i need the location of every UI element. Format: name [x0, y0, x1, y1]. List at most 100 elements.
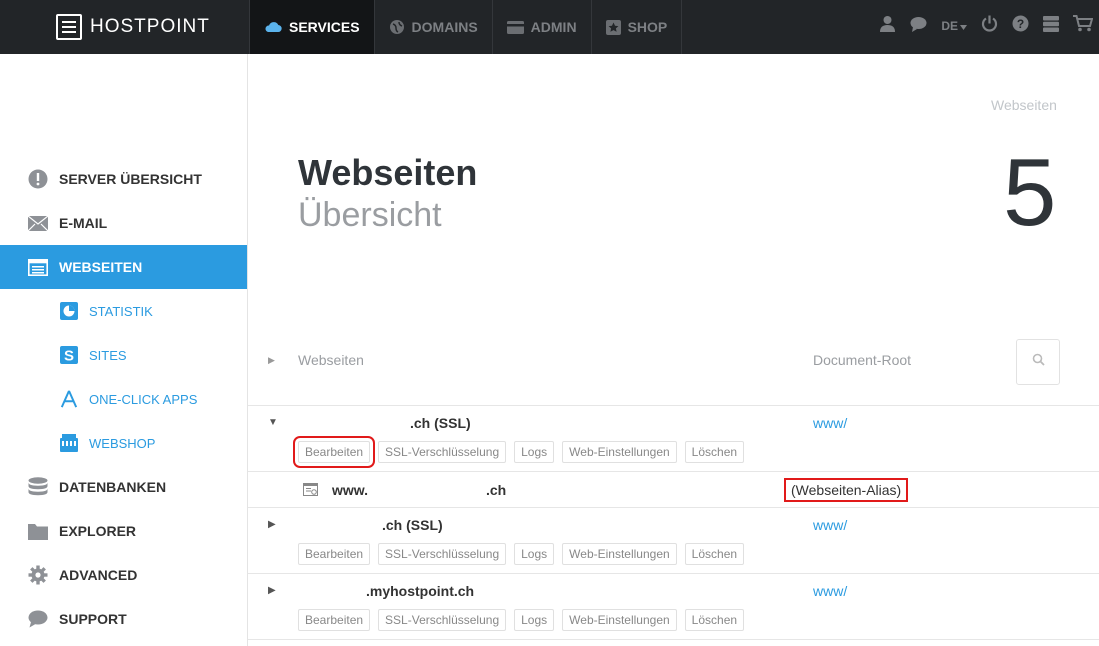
breadcrumb[interactable]: Webseiten	[991, 97, 1057, 113]
sidebar-item-label: WEBSEITEN	[59, 259, 143, 275]
page-subtitle: Übersicht	[298, 196, 442, 234]
ssl-button[interactable]: SSL-Verschlüsselung	[378, 441, 507, 463]
svg-text:S: S	[64, 348, 74, 365]
alias-domain-suffix: .ch	[486, 482, 507, 498]
column-header-document-root[interactable]: Document-Root	[813, 352, 911, 368]
main-nav: SERVICES DOMAINS ADMIN SHOP	[249, 0, 683, 54]
website-domain[interactable]: .ch (SSL)	[410, 415, 471, 431]
sidebar-item-label: E-MAIL	[59, 215, 108, 231]
document-root-link[interactable]: www/	[813, 517, 847, 533]
row-collapse-toggle[interactable]: ▼	[268, 417, 278, 428]
chat-icon[interactable]	[910, 16, 927, 37]
nav-domains[interactable]: DOMAINS	[373, 0, 492, 54]
nav-admin[interactable]: ADMIN	[491, 0, 591, 54]
sidebar-item-label: EXPLORER	[59, 523, 137, 539]
logs-button[interactable]: Logs	[514, 441, 555, 463]
sidebar-item-server-uebersicht[interactable]: SERVER ÜBERSICHT	[0, 157, 247, 201]
page-title: Webseiten	[298, 152, 478, 193]
edit-button[interactable]: Bearbeiten	[298, 609, 371, 631]
website-domain[interactable]: .myhostpoint.ch	[366, 583, 474, 599]
edit-button[interactable]: Bearbeiten	[298, 543, 371, 565]
website-count: 5	[1003, 139, 1057, 246]
cloud-icon	[264, 21, 282, 33]
sidebar-subitem-statistik[interactable]: STATISTIK	[0, 289, 247, 333]
globe-icon	[389, 19, 405, 35]
web-settings-button[interactable]: Web-Einstellungen	[562, 441, 677, 463]
sidebar: SERVER ÜBERSICHT E-MAIL WEBSEITEN STATIS…	[0, 54, 248, 646]
document-root-link[interactable]: www/	[813, 415, 847, 431]
delete-button[interactable]: Löschen	[684, 441, 745, 463]
folder-icon	[28, 521, 48, 541]
divider	[248, 573, 1099, 574]
sidebar-item-explorer[interactable]: EXPLORER	[0, 509, 247, 553]
sidebar-item-label: SUPPORT	[59, 611, 127, 627]
sidebar-item-label: SERVER ÜBERSICHT	[59, 171, 202, 187]
web-settings-button[interactable]: Web-Einstellungen	[562, 543, 677, 565]
alias-domain-prefix: www.	[332, 482, 369, 498]
divider	[248, 471, 1099, 472]
ssl-button[interactable]: SSL-Verschlüsselung	[378, 609, 507, 631]
server-icon[interactable]	[1043, 15, 1059, 37]
delete-button[interactable]: Löschen	[684, 543, 745, 565]
info-icon	[28, 169, 48, 189]
cart-icon[interactable]	[1073, 15, 1094, 37]
sidebar-item-datenbanken[interactable]: DATENBANKEN	[0, 465, 247, 509]
hostpoint-logo[interactable]: HOSTPOINT	[56, 14, 210, 40]
sidebar-item-webseiten[interactable]: WEBSEITEN	[0, 245, 247, 289]
nav-services[interactable]: SERVICES	[249, 0, 374, 54]
logo-text: HOSTPOINT	[90, 16, 210, 37]
sites-s-icon: S	[60, 346, 78, 364]
top-right-icons: DE ?	[879, 15, 1094, 37]
logs-button[interactable]: Logs	[514, 543, 555, 565]
column-header-webseiten[interactable]: Webseiten	[298, 352, 364, 368]
sidebar-item-support[interactable]: SUPPORT	[0, 597, 247, 641]
nav-domains-label: DOMAINS	[411, 19, 478, 35]
logs-button[interactable]: Logs	[514, 609, 555, 631]
alias-badge: (Webseiten-Alias)	[784, 478, 909, 502]
row-actions: Bearbeiten SSL-Verschlüsselung Logs Web-…	[292, 436, 745, 468]
shop-icon	[60, 434, 78, 452]
sidebar-item-email[interactable]: E-MAIL	[0, 201, 247, 245]
language-dropdown[interactable]: DE	[941, 17, 967, 35]
caret-down-icon	[960, 17, 967, 35]
sidebar-item-label: DATENBANKEN	[59, 479, 167, 495]
sidebar-subitem-sites[interactable]: S SITES	[0, 333, 247, 377]
svg-text:?: ?	[1017, 17, 1024, 31]
gear-icon	[28, 565, 48, 585]
browser-icon	[28, 257, 48, 277]
app-store-icon	[60, 390, 78, 408]
website-domain[interactable]: .ch (SSL)	[382, 517, 443, 533]
logo-icon	[56, 14, 82, 40]
user-icon[interactable]	[879, 15, 896, 37]
sidebar-subitem-label: STATISTIK	[89, 303, 153, 319]
divider	[248, 405, 1099, 406]
ssl-button[interactable]: SSL-Verschlüsselung	[378, 543, 507, 565]
nav-services-label: SERVICES	[289, 19, 360, 35]
language-label: DE	[941, 19, 958, 33]
divider	[248, 507, 1099, 508]
speech-bubble-icon	[28, 609, 48, 629]
sidebar-subitem-webshop[interactable]: WEBSHOP	[0, 421, 247, 465]
power-icon[interactable]	[981, 15, 998, 37]
delete-button[interactable]: Löschen	[684, 609, 745, 631]
sidebar-subitem-one-click-apps[interactable]: ONE-CLICK APPS	[0, 377, 247, 421]
edit-button[interactable]: Bearbeiten	[292, 436, 376, 468]
expand-all-toggle[interactable]: ▶	[268, 355, 275, 366]
sidebar-subitem-label: ONE-CLICK APPS	[89, 391, 198, 407]
nav-shop[interactable]: SHOP	[590, 0, 683, 54]
document-root-link[interactable]: www/	[813, 583, 847, 599]
divider	[248, 639, 1099, 640]
row-actions: Bearbeiten SSL-Verschlüsselung Logs Web-…	[298, 543, 745, 565]
database-icon	[28, 477, 48, 497]
help-icon[interactable]: ?	[1012, 15, 1029, 37]
card-icon	[506, 20, 524, 34]
sidebar-item-advanced[interactable]: ADVANCED	[0, 553, 247, 597]
search-button[interactable]	[1016, 339, 1060, 385]
star-icon	[605, 19, 621, 35]
row-expand-toggle[interactable]: ▶	[268, 519, 276, 530]
envelope-icon	[28, 213, 48, 233]
web-settings-button[interactable]: Web-Einstellungen	[562, 609, 677, 631]
sidebar-subitem-label: WEBSHOP	[89, 435, 156, 451]
nav-admin-label: ADMIN	[530, 19, 577, 35]
row-expand-toggle[interactable]: ▶	[268, 585, 276, 596]
